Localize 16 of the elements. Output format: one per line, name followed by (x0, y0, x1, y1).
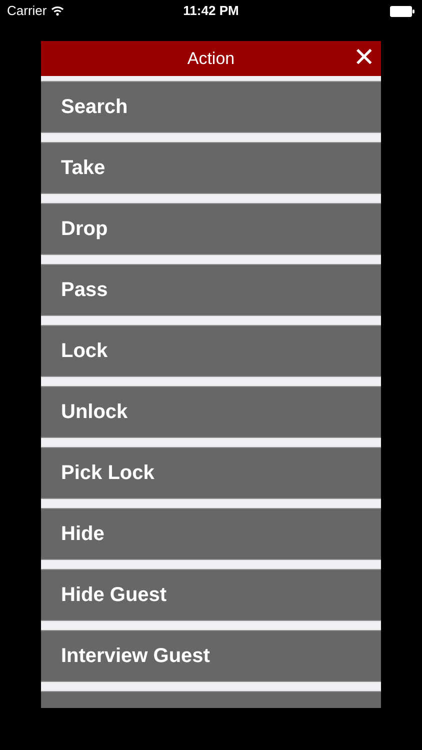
dialog-title: Action (187, 48, 235, 70)
action-item[interactable]: Search (41, 81, 381, 133)
carrier-label: Carrier (7, 2, 47, 20)
action-item[interactable]: Pass (41, 264, 381, 316)
wifi-icon (50, 6, 64, 16)
action-item[interactable]: Pick Lock (41, 447, 381, 499)
action-item[interactable]: Interview Guest (41, 630, 381, 682)
battery-icon (390, 6, 415, 16)
action-item[interactable]: Hide (41, 508, 381, 560)
action-item[interactable]: Unlock (41, 386, 381, 438)
action-item[interactable]: Take (41, 142, 381, 194)
status-time: 11:42 PM (183, 2, 239, 20)
action-item[interactable]: Hide Guest (41, 569, 381, 621)
action-item[interactable]: Lock (41, 325, 381, 377)
action-item[interactable]: Drop (41, 203, 381, 255)
close-button[interactable]: ✕ (353, 44, 375, 73)
